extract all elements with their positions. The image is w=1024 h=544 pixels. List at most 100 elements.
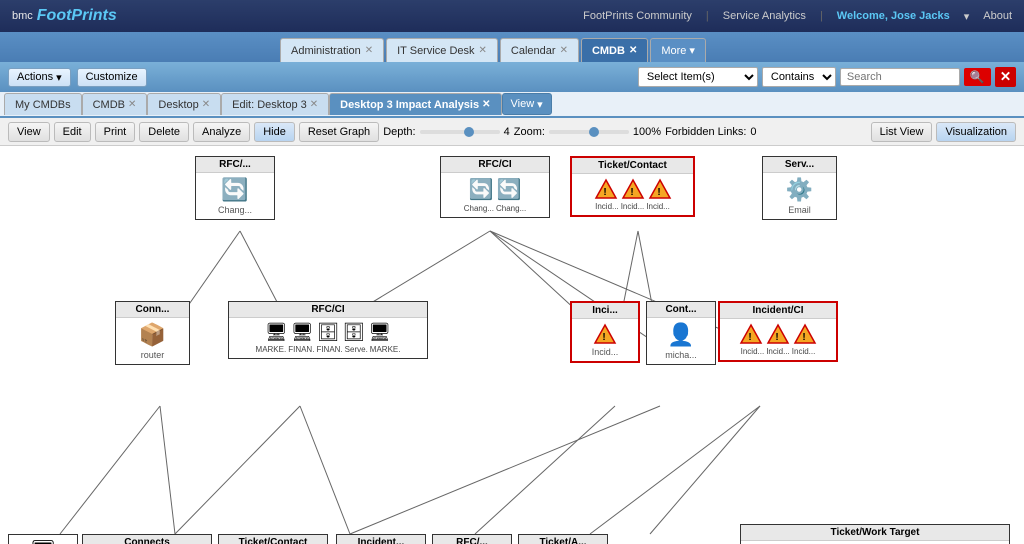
tab-desktop-close[interactable]: ✕	[202, 99, 210, 110]
about-link[interactable]: About	[983, 10, 1012, 22]
nav-divider2: |	[820, 10, 823, 22]
warn-tri-single: !	[593, 323, 617, 345]
node-bottom-ticket-work[interactable]: Ticket/Work Target ⏱ ⏱ ⏱ ⏱ ⏱ Work... Wor…	[740, 524, 1010, 544]
svg-text:!: !	[657, 187, 660, 198]
tab-edit-desktop3-close[interactable]: ✕	[310, 99, 318, 110]
hide-button[interactable]: Hide	[254, 122, 295, 142]
tab-my-cmdbs[interactable]: My CMDBs	[4, 93, 82, 115]
label-serve1: Serve.	[345, 345, 368, 354]
zoom-slider[interactable]	[549, 130, 629, 134]
node-rfcci1-icons: 🔄 🔄	[469, 177, 522, 202]
view-dropdown-icon: ▾	[537, 98, 543, 111]
node-rfcci2-title: RFC/CI	[229, 302, 427, 318]
warn-tri-ic3: !	[793, 323, 817, 345]
tab-edit-desktop3[interactable]: Edit: Desktop 3 ✕	[221, 93, 329, 115]
search-go-button[interactable]: 🔍	[964, 68, 991, 86]
edit-button[interactable]: Edit	[54, 122, 91, 142]
tab-it-service-desk[interactable]: IT Service Desk ✕	[386, 38, 498, 62]
router-icon: 📦	[139, 322, 166, 348]
computer-icon-2: 🖥	[291, 322, 314, 343]
svg-text:!: !	[748, 332, 751, 343]
node-cont1[interactable]: Cont... 👤 micha...	[646, 301, 716, 365]
search-clear-button[interactable]: ✕	[995, 67, 1016, 87]
delete-button[interactable]: Delete	[139, 122, 189, 142]
delete-button-label: Delete	[148, 126, 180, 138]
label-chang1: Chang...	[464, 204, 494, 213]
node-rfc1-label: Chang...	[218, 205, 252, 215]
node-rfcci2[interactable]: RFC/CI 🖥 🖥 🗄 🗄 🖥 MARKE. FINAN. FINAN. Se…	[228, 301, 428, 359]
view-dropdown-label: View	[511, 98, 535, 110]
graph-toolbar: View Edit Print Delete Analyze Hide Rese…	[0, 118, 1024, 146]
label-incid-ic2: Incid...	[766, 347, 790, 356]
label-incid-ic1: Incid...	[741, 347, 765, 356]
node-bottom-rfc[interactable]: RFC/... 🔄	[432, 534, 512, 544]
node-bottom-connects[interactable]: Connects 🖥 🖥 🗄	[82, 534, 212, 544]
node-serv1-title: Serv...	[763, 157, 836, 173]
actions-button[interactable]: Actions ▾	[8, 68, 71, 87]
node-bottom-ticket-a[interactable]: Ticket/A... 👤	[518, 534, 608, 544]
warn-tri-ic1: !	[739, 323, 763, 345]
welcome-user[interactable]: Welcome, Jose Jacks	[837, 10, 950, 22]
hide-button-label: Hide	[263, 126, 286, 138]
node-b5-title: RFC/...	[433, 535, 511, 544]
print-button[interactable]: Print	[95, 122, 136, 142]
person-icon: 👤	[667, 322, 694, 348]
node-b3-title: Ticket/Contact	[219, 535, 327, 544]
search-condition-select[interactable]: Contains	[762, 67, 836, 87]
visualization-button[interactable]: Visualization	[936, 122, 1016, 142]
node-serv1[interactable]: Serv... ⚙️ Email	[762, 156, 837, 220]
view-dropdown[interactable]: View ▾	[502, 93, 552, 115]
view-button[interactable]: View	[8, 122, 50, 142]
search-input[interactable]	[840, 68, 960, 86]
edit-button-label: Edit	[63, 126, 82, 138]
node-b6-title: Ticket/A...	[519, 535, 607, 544]
tab-cmdb[interactable]: CMDB ✕	[581, 38, 648, 62]
node-bottom-computer[interactable]: 🖥	[8, 534, 78, 544]
node-bottom-ticket-contact[interactable]: Ticket/Contact 👤	[218, 534, 328, 544]
tab-calendar-close[interactable]: ✕	[560, 45, 568, 56]
tab-cmdb-content[interactable]: CMDB ✕	[82, 93, 148, 115]
node-rfc1-body: 🔄 Chang...	[196, 173, 274, 219]
forbidden-links-label: Forbidden Links:	[665, 126, 746, 138]
tab-administration[interactable]: Administration ✕	[280, 38, 384, 62]
reset-graph-button[interactable]: Reset Graph	[299, 122, 379, 142]
footprints-community-link[interactable]: FootPrints Community	[583, 10, 692, 22]
label-incid-ic3: Incid...	[792, 347, 816, 356]
node-incident-ci1[interactable]: Incident/CI ! ! ! Incid... Incid... Inci…	[718, 301, 838, 362]
node-rfcci1[interactable]: RFC/CI 🔄 🔄 Chang... Chang...	[440, 156, 550, 218]
tab-it-service-desk-close[interactable]: ✕	[479, 45, 487, 56]
customize-button[interactable]: Customize	[77, 68, 147, 87]
node-bottom-incident[interactable]: Incident... !	[336, 534, 426, 544]
node-inci1[interactable]: Inci... ! Incid...	[570, 301, 640, 363]
list-view-button[interactable]: List View	[871, 122, 933, 142]
tab-desktop[interactable]: Desktop ✕	[147, 93, 221, 115]
tab-cmdb-label: CMDB	[592, 45, 625, 57]
tab-calendar[interactable]: Calendar ✕	[500, 38, 579, 62]
node-conn1[interactable]: Conn... 📦 router	[115, 301, 190, 365]
node-ticket-contact1-body: ! ! ! Incid... Incid... Incid...	[572, 174, 693, 215]
node-inci1-label: Incid...	[592, 347, 619, 357]
node-b4-title: Incident...	[337, 535, 425, 544]
tab-cmdb-content-close[interactable]: ✕	[128, 99, 136, 110]
search-area: Select Item(s) Contains 🔍 ✕	[638, 67, 1016, 87]
node-tc1-labels: Incid... Incid... Incid...	[595, 202, 670, 211]
node-ticket-contact1[interactable]: Ticket/Contact ! ! ! Incid... Incid... I…	[570, 156, 695, 217]
tab-administration-close[interactable]: ✕	[365, 45, 373, 56]
top-navigation: bmc FootPrints FootPrints Community | Se…	[0, 0, 1024, 32]
depth-slider[interactable]	[420, 130, 500, 134]
tab-desktop3-impact-close[interactable]: ✕	[482, 99, 490, 110]
node-rfc1[interactable]: RFC/... 🔄 Chang...	[195, 156, 275, 220]
node-cont1-title: Cont...	[647, 302, 715, 318]
action-bar: Actions ▾ Customize Select Item(s) Conta…	[0, 62, 1024, 92]
svg-text:!: !	[802, 332, 805, 343]
svg-text:!: !	[602, 332, 605, 343]
service-analytics-link[interactable]: Service Analytics	[723, 10, 806, 22]
search-item-select[interactable]: Select Item(s)	[638, 67, 758, 87]
tab-it-service-desk-label: IT Service Desk	[397, 45, 474, 57]
tab-more[interactable]: More ▾	[650, 38, 706, 62]
tab-cmdb-close[interactable]: ✕	[629, 45, 637, 56]
analyze-button[interactable]: Analyze	[193, 122, 250, 142]
warn-tri-2: !	[621, 178, 645, 200]
tab-desktop3-impact[interactable]: Desktop 3 Impact Analysis ✕	[329, 93, 501, 115]
label-marke1: MARKE.	[256, 345, 287, 354]
